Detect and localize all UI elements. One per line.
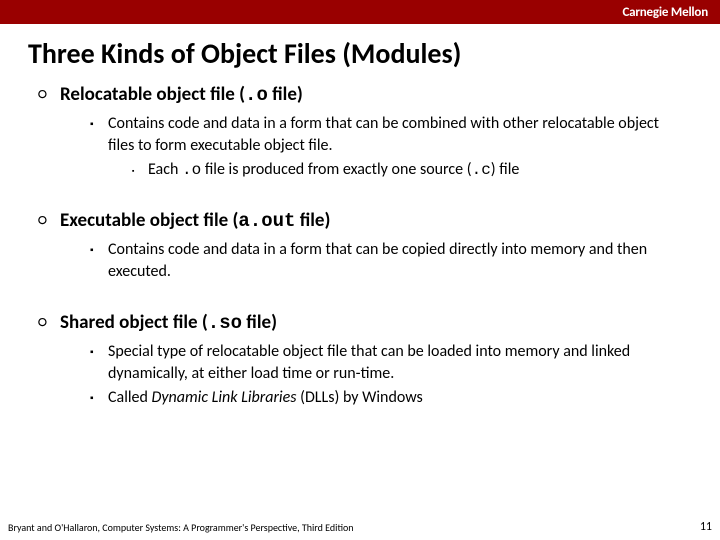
slide-body: ○ Relocatable object file (.o file) ▪ Co… [0, 75, 720, 540]
head-post: file) [295, 209, 330, 232]
subsub-text: Each .o file is produced from exactly on… [148, 159, 519, 181]
head-post: file) [268, 83, 303, 106]
head-code: .o [245, 84, 268, 106]
head-code: a.out [238, 210, 295, 232]
sub-text: Contains code and data in a form that ca… [108, 114, 659, 155]
bullet-icon: ○ [38, 311, 60, 335]
footer: Bryant and O'Hallaron, Computer Systems:… [8, 520, 712, 534]
item-heading: Relocatable object file (.o file) [60, 83, 303, 107]
slide: Carnegie Mellon Three Kinds of Object Fi… [0, 0, 720, 540]
sub-text: Special type of relocatable object file … [108, 341, 688, 385]
header-bar: Carnegie Mellon [0, 0, 720, 24]
bullet-icon: ○ [38, 83, 60, 107]
sub-item: ▪ Contains code and data in a form that … [90, 239, 688, 283]
subsub-item: ▪ Each .o file is produced from exactly … [132, 159, 688, 181]
sub-text-wrap: Contains code and data in a form that ca… [108, 113, 688, 181]
square-bullet-icon: ▪ [90, 113, 108, 135]
sub-item: ▪ Called Dynamic Link Libraries (DLLs) b… [90, 387, 688, 409]
square-bullet-icon: ▪ [90, 387, 108, 409]
head-code: .so [208, 312, 242, 334]
square-bullet-icon: ▪ [90, 341, 108, 363]
square-bullet-icon: ▪ [90, 239, 108, 261]
sub-text: Called Dynamic Link Libraries (DLLs) by … [108, 387, 423, 409]
item-executable: ○ Executable object file (a.out file) ▪ … [38, 209, 688, 283]
item-heading: Shared object file (.so file) [60, 311, 277, 335]
head-pre: Executable object file ( [60, 209, 238, 232]
item-heading: Executable object file (a.out file) [60, 209, 330, 233]
page-number: 11 [700, 520, 712, 534]
sub-item: ▪ Special type of relocatable object fil… [90, 341, 688, 385]
bullet-icon: ○ [38, 209, 60, 233]
sub-text: Contains code and data in a form that ca… [108, 239, 688, 283]
small-square-bullet-icon: ▪ [132, 160, 148, 182]
head-pre: Shared object file ( [60, 311, 208, 334]
slide-title: Three Kinds of Object Files (Modules) [0, 24, 720, 75]
item-shared: ○ Shared object file (.so file) ▪ Specia… [38, 311, 688, 409]
sub-item: ▪ Contains code and data in a form that … [90, 113, 688, 181]
brand-label: Carnegie Mellon [622, 5, 708, 20]
head-post: file) [242, 311, 277, 334]
item-relocatable: ○ Relocatable object file (.o file) ▪ Co… [38, 83, 688, 181]
head-pre: Relocatable object file ( [60, 83, 245, 106]
footer-attribution: Bryant and O'Hallaron, Computer Systems:… [8, 521, 354, 534]
